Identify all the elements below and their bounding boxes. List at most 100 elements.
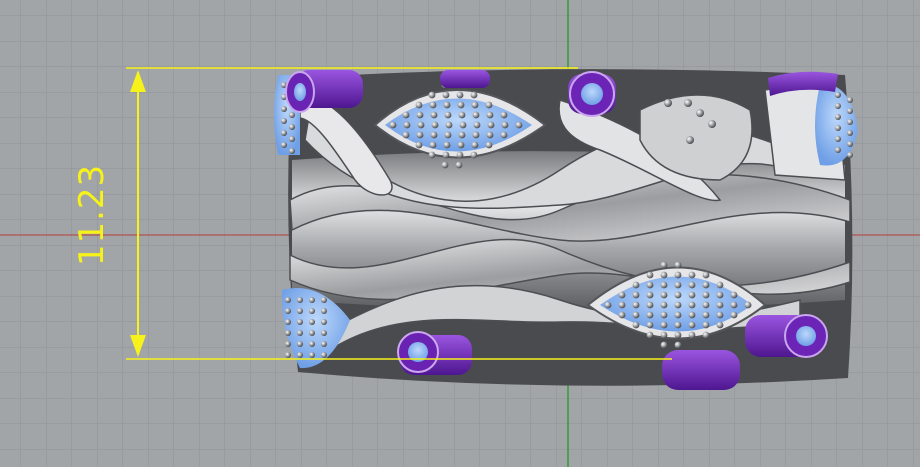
bead <box>429 141 437 149</box>
bead <box>730 311 738 319</box>
bead <box>702 321 710 329</box>
bead <box>618 301 626 309</box>
bead <box>416 111 424 119</box>
bead <box>430 131 438 139</box>
bead <box>716 291 724 299</box>
bead <box>660 331 668 339</box>
bead <box>297 352 303 358</box>
bead <box>429 101 437 109</box>
bead <box>664 99 672 107</box>
bead <box>281 130 287 136</box>
bead <box>471 101 479 109</box>
bead <box>660 311 668 319</box>
bead <box>632 301 640 309</box>
bead <box>688 271 696 279</box>
bead <box>500 111 508 119</box>
rhino-viewport[interactable]: 11.23 <box>0 0 920 467</box>
bead <box>618 311 626 319</box>
bead <box>309 297 315 303</box>
bead <box>485 101 493 109</box>
bead <box>455 161 463 169</box>
bead <box>500 131 508 139</box>
bead <box>716 281 724 289</box>
bead <box>415 141 423 149</box>
bead <box>472 131 480 139</box>
bead <box>281 118 287 124</box>
bead <box>632 321 640 329</box>
bead <box>660 291 668 299</box>
bead <box>847 97 853 103</box>
bead <box>688 291 696 299</box>
ring-model[interactable] <box>274 69 858 390</box>
bead <box>456 151 464 159</box>
bead <box>289 148 295 154</box>
bead <box>445 121 453 129</box>
bead <box>321 341 327 347</box>
bead <box>281 142 287 148</box>
bead <box>847 130 853 136</box>
bead <box>632 281 640 289</box>
bead <box>458 131 466 139</box>
bead <box>847 119 853 125</box>
bead <box>309 341 315 347</box>
bead <box>444 111 452 119</box>
bead <box>443 141 451 149</box>
bead <box>485 141 493 149</box>
bead <box>835 114 841 120</box>
bead <box>688 281 696 289</box>
tube-top-center <box>440 70 490 88</box>
bead <box>487 121 495 129</box>
bead <box>431 121 439 129</box>
bead <box>646 321 654 329</box>
bead <box>674 311 682 319</box>
bead <box>321 308 327 314</box>
bead <box>470 91 478 99</box>
bead <box>660 261 668 269</box>
bead <box>847 152 853 158</box>
bead <box>688 321 696 329</box>
bead <box>660 341 668 349</box>
viewport-canvas[interactable] <box>0 0 920 467</box>
tube-bottom-center <box>662 350 740 390</box>
bead <box>688 331 696 339</box>
bead <box>297 330 303 336</box>
bead <box>457 101 465 109</box>
bead <box>428 151 436 159</box>
bead <box>459 121 467 129</box>
bead <box>470 151 478 159</box>
bead <box>442 151 450 159</box>
bead <box>297 319 303 325</box>
bead <box>674 341 682 349</box>
bead <box>646 311 654 319</box>
bead <box>847 108 853 114</box>
bead <box>835 147 841 153</box>
bead <box>458 111 466 119</box>
bead <box>632 291 640 299</box>
bead <box>473 121 481 129</box>
bead <box>708 120 716 128</box>
bead <box>443 101 451 109</box>
bead <box>646 281 654 289</box>
bead <box>515 121 523 129</box>
bead <box>309 330 315 336</box>
tube-bottom-left <box>397 331 472 375</box>
bead <box>309 319 315 325</box>
bead <box>444 131 452 139</box>
bead <box>285 341 291 347</box>
bead <box>285 319 291 325</box>
bead <box>281 106 287 112</box>
bead <box>285 308 291 314</box>
bead <box>835 92 841 98</box>
bead <box>285 330 291 336</box>
bead <box>604 301 612 309</box>
bead <box>646 331 654 339</box>
bead <box>716 311 724 319</box>
bead <box>730 301 738 309</box>
dimension-value-label[interactable]: 11.23 <box>72 164 112 266</box>
bead <box>646 271 654 279</box>
bead <box>702 271 710 279</box>
bead <box>660 301 668 309</box>
bead <box>321 352 327 358</box>
bead <box>289 112 295 118</box>
bead <box>835 103 841 109</box>
